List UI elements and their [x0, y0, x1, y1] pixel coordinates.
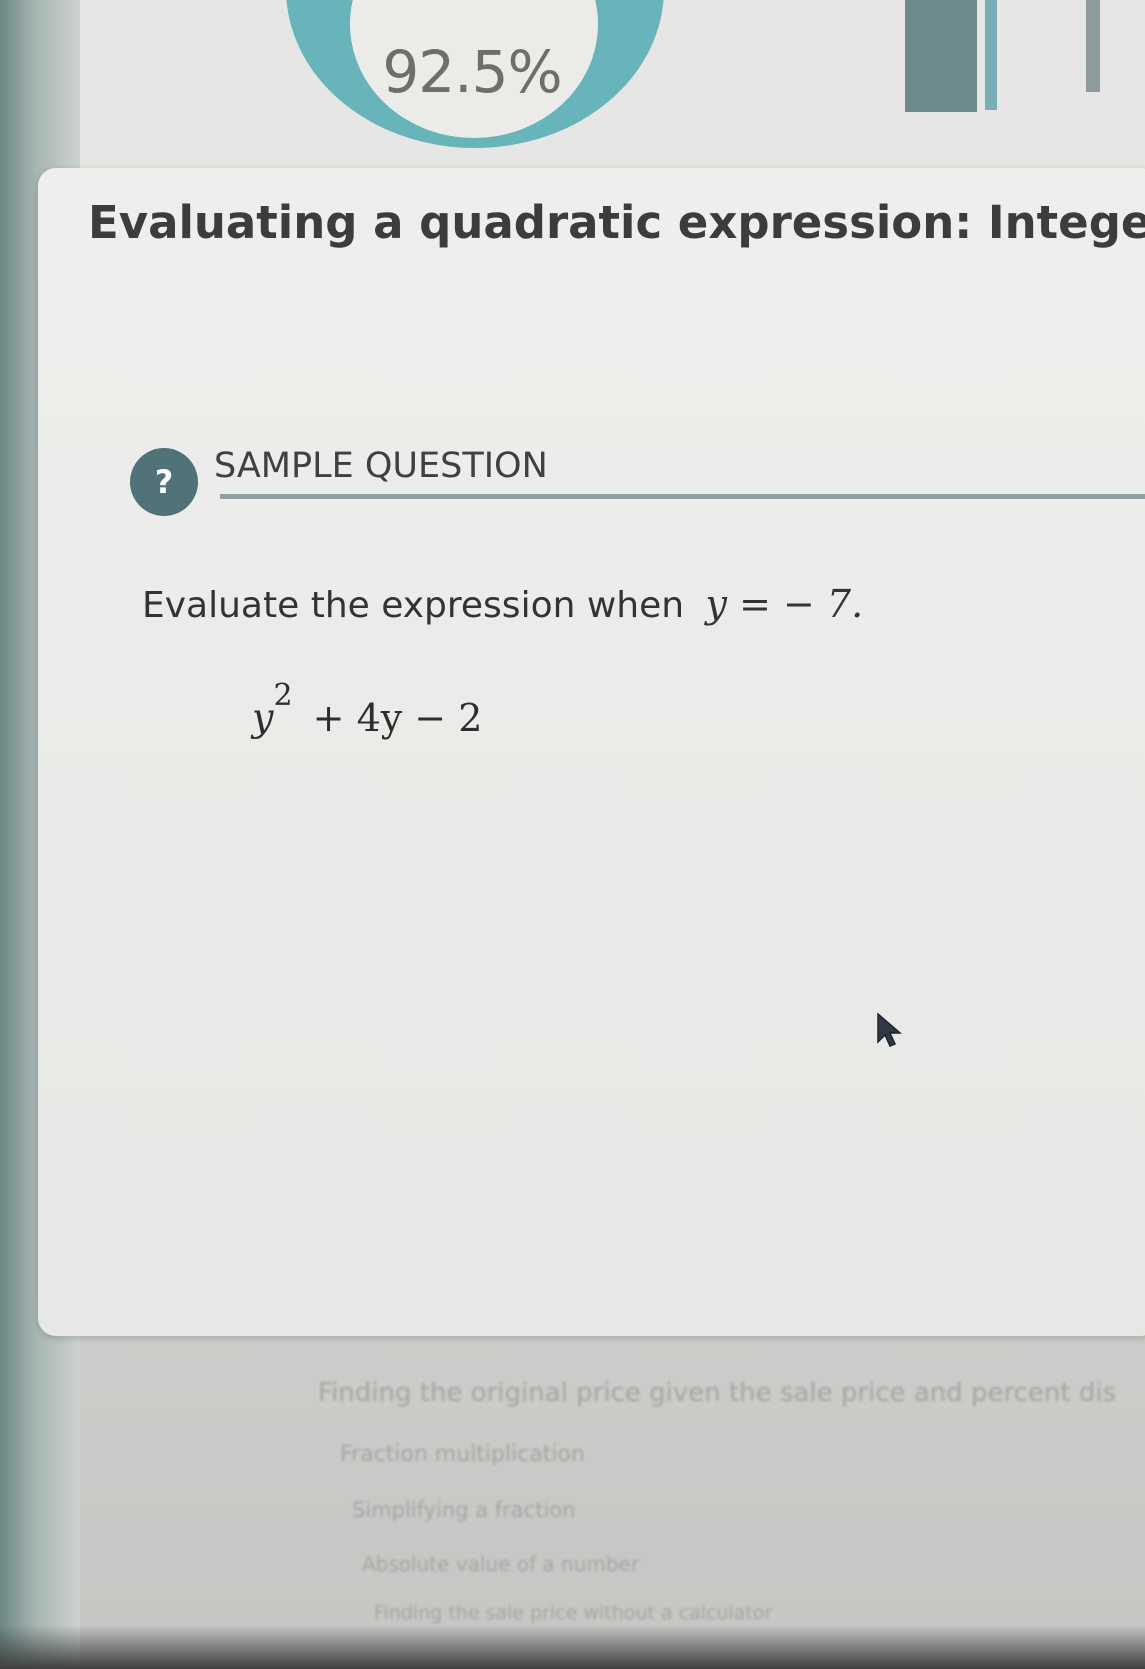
- question-mark-icon: ?: [130, 448, 198, 516]
- question-condition: y = − 7.: [705, 582, 864, 626]
- nav-button[interactable]: [905, 0, 977, 112]
- question-card: [38, 168, 1145, 1336]
- nav-divider: [1086, 0, 1100, 92]
- question-prompt-text: Evaluate the expression when: [142, 585, 685, 626]
- section-divider: [220, 494, 1145, 499]
- page: 92.5% Evaluating a quadratic expression:…: [0, 0, 1145, 1669]
- nav-accent-bar: [985, 0, 997, 110]
- related-topic-link[interactable]: Simplifying a fraction: [352, 1498, 575, 1522]
- math-expression: y2 + 4y − 2: [252, 678, 483, 740]
- expression-base: y: [252, 695, 274, 740]
- question-prompt: Evaluate the expression when y = − 7.: [142, 582, 863, 626]
- sample-question-label: SAMPLE QUESTION: [214, 446, 548, 486]
- progress-percent: 92.5%: [382, 38, 562, 106]
- expression-rest: + 4y − 2: [312, 695, 483, 740]
- screen-bezel: [0, 1625, 1145, 1669]
- mouse-pointer-icon: [877, 1012, 903, 1047]
- related-topic-link[interactable]: Finding the sale price without a calcula…: [374, 1602, 772, 1624]
- related-topic-link[interactable]: Fraction multiplication: [340, 1442, 585, 1467]
- lesson-title: Evaluating a quadratic expression: Integ…: [88, 196, 1145, 249]
- related-topic-link[interactable]: Finding the original price given the sal…: [318, 1378, 1116, 1408]
- related-topic-link[interactable]: Absolute value of a number: [362, 1552, 639, 1576]
- expression-exponent: 2: [273, 678, 293, 713]
